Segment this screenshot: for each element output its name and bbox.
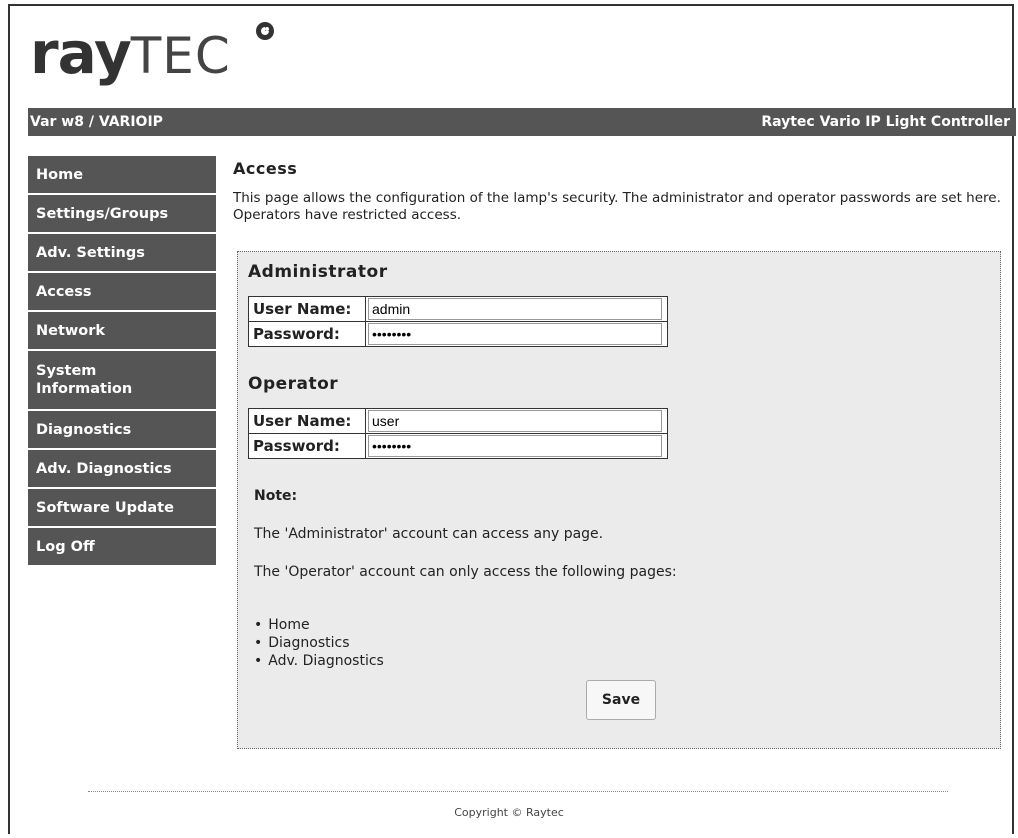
sidebar-item-network[interactable]: Network [28, 312, 216, 351]
note-operator-access: The 'Operator' account can only access t… [254, 564, 677, 580]
sidebar-item-home[interactable]: Home [28, 156, 216, 195]
admin-password-label: Password: [248, 321, 366, 347]
admin-username-input[interactable] [368, 298, 662, 320]
sidebar-nav: Home Settings/Groups Adv. Settings Acces… [28, 156, 216, 567]
sidebar-item-adv-diagnostics[interactable]: Adv. Diagnostics [28, 450, 216, 489]
logo-ray-text: ray [30, 19, 132, 87]
device-name: Var w8 / VARIOIP [30, 114, 163, 130]
operator-username-label: User Name: [248, 408, 366, 434]
page-title: Access [233, 159, 298, 178]
operator-password-label: Password: [248, 433, 366, 459]
raytec-logo: rayTEC [30, 18, 290, 98]
sidebar-item-access[interactable]: Access [28, 273, 216, 312]
sidebar-item-system-information[interactable]: System Information [28, 351, 216, 411]
list-item: Home [254, 616, 384, 634]
page-intro: This page allows the configuration of th… [233, 190, 1001, 223]
sidebar-item-software-update[interactable]: Software Update [28, 489, 216, 528]
operator-pages-list: Home Diagnostics Adv. Diagnostics [254, 616, 384, 670]
save-button[interactable]: Save [586, 680, 656, 720]
raytec-logo-mark-icon [256, 20, 276, 40]
administrator-table: User Name: Password: [248, 296, 668, 347]
top-bar: Var w8 / VARIOIP Raytec Vario IP Light C… [28, 108, 1016, 136]
note-admin-access: The 'Administrator' account can access a… [254, 526, 604, 542]
main-content: Access This page allows the configuratio… [233, 156, 1003, 749]
operator-table: User Name: Password: [248, 408, 668, 459]
sidebar-item-settings-groups[interactable]: Settings/Groups [28, 195, 216, 234]
copyright-text: Copyright © Raytec [454, 806, 564, 819]
sidebar-item-diagnostics[interactable]: Diagnostics [28, 411, 216, 450]
logo-tec-text: TEC [130, 27, 231, 85]
operator-password-input[interactable] [368, 435, 662, 457]
note-title: Note: [254, 488, 298, 504]
sidebar-item-adv-settings[interactable]: Adv. Settings [28, 234, 216, 273]
admin-username-label: User Name: [248, 296, 366, 322]
operator-username-input[interactable] [368, 410, 662, 432]
footer-divider [88, 791, 948, 792]
product-name: Raytec Vario IP Light Controller [761, 114, 1010, 130]
administrator-heading: Administrator [248, 262, 388, 282]
list-item: Diagnostics [254, 634, 384, 652]
access-panel: Administrator User Name: Password: Opera… [237, 251, 1001, 749]
sidebar-item-log-off[interactable]: Log Off [28, 528, 216, 567]
list-item: Adv. Diagnostics [254, 652, 384, 670]
operator-heading: Operator [248, 374, 339, 394]
admin-password-input[interactable] [368, 323, 662, 345]
